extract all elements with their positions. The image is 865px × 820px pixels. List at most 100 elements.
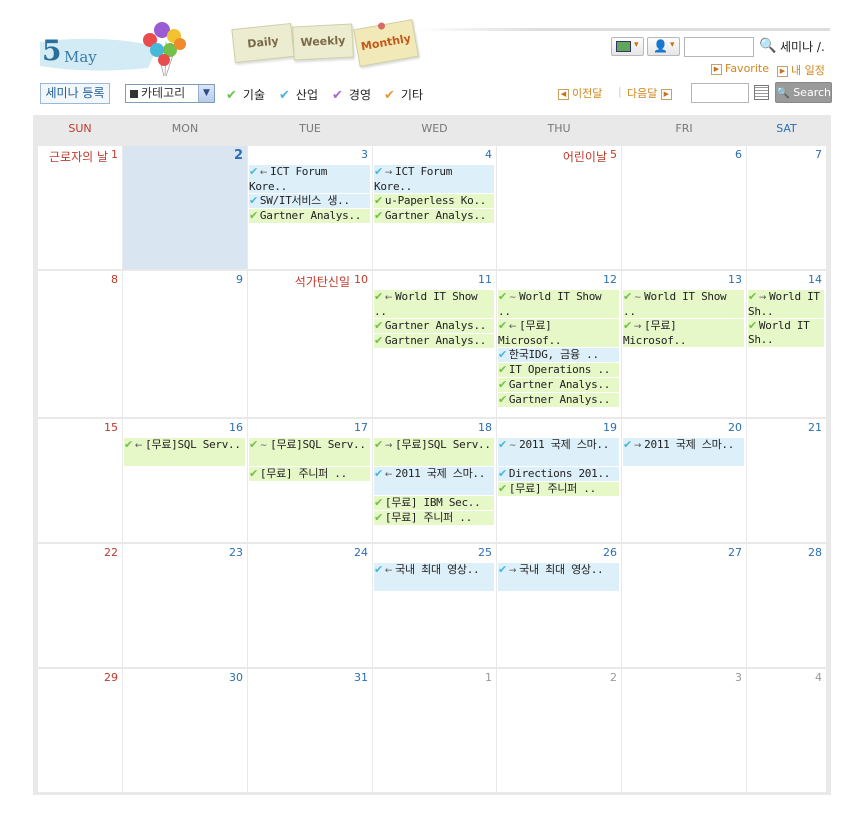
event-item[interactable]: ✔ Directions 201.. [498, 467, 619, 481]
day-number[interactable]: 2 [610, 671, 617, 684]
day-cell[interactable]: 3 ✔ ← ICT Forum Kore.. ✔ SW/IT서비스 생.. ✔ Gartner… [248, 146, 372, 269]
event-item[interactable]: ✔ Gartner Analys.. [498, 378, 619, 392]
day-number[interactable]: 29 [104, 671, 118, 684]
event-item[interactable]: ✔ u-Paperless Ko.. [374, 194, 494, 208]
day-number[interactable]: 23 [229, 546, 243, 559]
day-cell[interactable]: 1 [373, 669, 496, 792]
day-cell[interactable]: 8 [38, 271, 122, 417]
prev-month-link[interactable]: ◀ 이전달 [558, 85, 602, 101]
day-number[interactable]: 20 [728, 421, 742, 434]
day-number[interactable]: 4 [485, 148, 492, 161]
day-number[interactable]: 1 [485, 671, 492, 684]
day-cell[interactable]: 7 [747, 146, 826, 269]
event-item[interactable]: ✔ → 국내 최대 영상.. [498, 563, 619, 591]
day-cell[interactable]: 21 [747, 419, 826, 542]
day-number[interactable]: 5 [610, 148, 617, 161]
event-item[interactable]: ✔ → 2011 국제 스마.. [623, 438, 744, 466]
day-cell[interactable]: 25 ✔ ← 국내 최대 영상.. [373, 544, 496, 667]
day-cell[interactable]: 10 석가탄신일 [248, 271, 372, 417]
day-cell[interactable]: 15 [38, 419, 122, 542]
event-item[interactable]: ✔ Gartner Analys.. [374, 334, 494, 348]
tab-monthly[interactable]: Monthly [353, 19, 419, 67]
user-dropdown-button[interactable]: 👤 ▾ [647, 37, 680, 56]
day-cell[interactable]: 29 [38, 669, 122, 792]
event-item[interactable]: ✔ ← [무료]SQL Serv.. [124, 438, 245, 466]
event-item[interactable]: ✔ ← 국내 최대 영상.. [374, 563, 494, 591]
day-cell[interactable]: 26 ✔ → 국내 최대 영상.. [497, 544, 621, 667]
event-item[interactable]: ✔ ← ICT Forum Kore.. [249, 165, 370, 193]
day-number[interactable]: 21 [808, 421, 822, 434]
day-number[interactable]: 26 [603, 546, 617, 559]
day-cell[interactable]: 22 [38, 544, 122, 667]
event-item[interactable]: ✔ ~ World IT Show .. [498, 290, 619, 318]
day-number[interactable]: 4 [815, 671, 822, 684]
search-button[interactable]: 🔍 Search [775, 82, 832, 103]
event-item[interactable]: ✔ → ICT Forum Kore.. [374, 165, 494, 193]
day-cell[interactable]: 30 [123, 669, 247, 792]
day-cell[interactable]: 5 어린이날 [497, 146, 621, 269]
day-cell[interactable]: 17 ✔ ~ [무료]SQL Serv.. ✔ [무료] 주니퍼 .. [248, 419, 372, 542]
event-item[interactable]: ✔ Gartner Analys.. [374, 209, 494, 223]
event-item[interactable]: ✔ SW/IT서비스 생.. [249, 194, 370, 208]
event-item[interactable]: ✔ [무료] 주니퍼 .. [498, 482, 619, 496]
event-item[interactable]: ✔ → [무료] Microsof.. [623, 319, 744, 347]
day-number[interactable]: 15 [104, 421, 118, 434]
day-cell[interactable]: 2 [497, 669, 621, 792]
day-number[interactable]: 19 [603, 421, 617, 434]
event-item[interactable]: ✔ [무료] 주니퍼 .. [374, 511, 494, 525]
day-number[interactable]: 6 [735, 148, 742, 161]
event-item[interactable]: ✔ [무료] IBM Sec.. [374, 496, 494, 510]
day-number[interactable]: 7 [815, 148, 822, 161]
tab-weekly[interactable]: Weekly [292, 23, 354, 61]
day-cell[interactable]: 4 ✔ → ICT Forum Kore.. ✔ u-Paperless Ko.. ✔ Gar… [373, 146, 496, 269]
register-seminar-button[interactable]: 세미나 등록 [40, 83, 110, 104]
event-item[interactable]: ✔ Gartner Analys.. [374, 319, 494, 333]
day-number[interactable]: 10 [354, 273, 368, 286]
event-item[interactable]: ✔ IT Operations .. [498, 363, 619, 377]
day-cell[interactable]: 6 [622, 146, 746, 269]
event-item[interactable]: ✔ ← 2011 국제 스마.. [374, 467, 494, 495]
category-select[interactable]: 카테고리 ▼ [125, 84, 215, 103]
day-cell[interactable]: 24 [248, 544, 372, 667]
event-item[interactable]: ✔ ~ World IT Show .. [623, 290, 744, 318]
day-number[interactable]: 28 [808, 546, 822, 559]
day-number[interactable]: 27 [728, 546, 742, 559]
day-number[interactable]: 8 [111, 273, 118, 286]
day-cell[interactable]: 12 ✔ ~ World IT Show .. ✔ ← [무료] Microsof.. ✔ 한국… [497, 271, 621, 417]
day-number[interactable]: 13 [728, 273, 742, 286]
day-number[interactable]: 18 [478, 421, 492, 434]
day-number[interactable]: 11 [478, 273, 492, 286]
favorite-link[interactable]: ▶ Favorite [711, 62, 769, 75]
day-cell[interactable]: 4 [747, 669, 826, 792]
day-number[interactable]: 16 [229, 421, 243, 434]
tab-daily[interactable]: Daily [231, 22, 295, 64]
day-number[interactable]: 30 [229, 671, 243, 684]
day-number[interactable]: 1 [111, 148, 118, 161]
day-cell[interactable]: 13 ✔ ~ World IT Show .. ✔ → [무료] Microsof.. [622, 271, 746, 417]
day-number[interactable]: 9 [236, 273, 243, 286]
day-cell[interactable]: 1 근로자의 날 [38, 146, 122, 269]
day-number[interactable]: 24 [354, 546, 368, 559]
day-cell[interactable]: 14 ✔ → World IT Sh.. ✔ World IT Sh.. [747, 271, 826, 417]
day-cell[interactable]: 19 ✔ ~2011 국제 스마.. ✔ Directions 201.. ✔ [무료] 주… [497, 419, 621, 542]
event-item[interactable]: ✔ ← [무료] Microsof.. [498, 319, 619, 347]
day-cell[interactable]: 9 [123, 271, 247, 417]
event-item[interactable]: ✔ World IT Sh.. [748, 319, 824, 347]
event-item[interactable]: ✔ [무료] 주니퍼 .. [249, 467, 370, 481]
day-cell[interactable]: 31 [248, 669, 372, 792]
day-cell[interactable]: 28 [747, 544, 826, 667]
day-number[interactable]: 22 [104, 546, 118, 559]
event-item[interactable]: ✔ 한국IDG, 금융 .. [498, 348, 619, 362]
event-item[interactable]: ✔ → [무료]SQL Serv.. [374, 438, 494, 466]
day-number[interactable]: 3 [735, 671, 742, 684]
day-cell[interactable]: 11 ✔ ← World IT Show .. ✔ Gartner Analys.. ✔ Ga… [373, 271, 496, 417]
day-cell[interactable]: 20 ✔ → 2011 국제 스마.. [622, 419, 746, 542]
day-cell[interactable]: 18 ✔ → [무료]SQL Serv.. ✔ ← 2011 국제 스마.. ✔ [무료] IB… [373, 419, 496, 542]
day-number[interactable]: 31 [354, 671, 368, 684]
day-number[interactable]: 3 [361, 148, 368, 161]
next-month-link[interactable]: 다음달 ▶ [627, 85, 675, 101]
event-item[interactable]: ✔ ← World IT Show .. [374, 290, 494, 318]
event-item[interactable]: ✔ ~2011 국제 스마.. [498, 438, 619, 466]
day-number[interactable]: 25 [478, 546, 492, 559]
day-number[interactable]: 14 [808, 273, 822, 286]
